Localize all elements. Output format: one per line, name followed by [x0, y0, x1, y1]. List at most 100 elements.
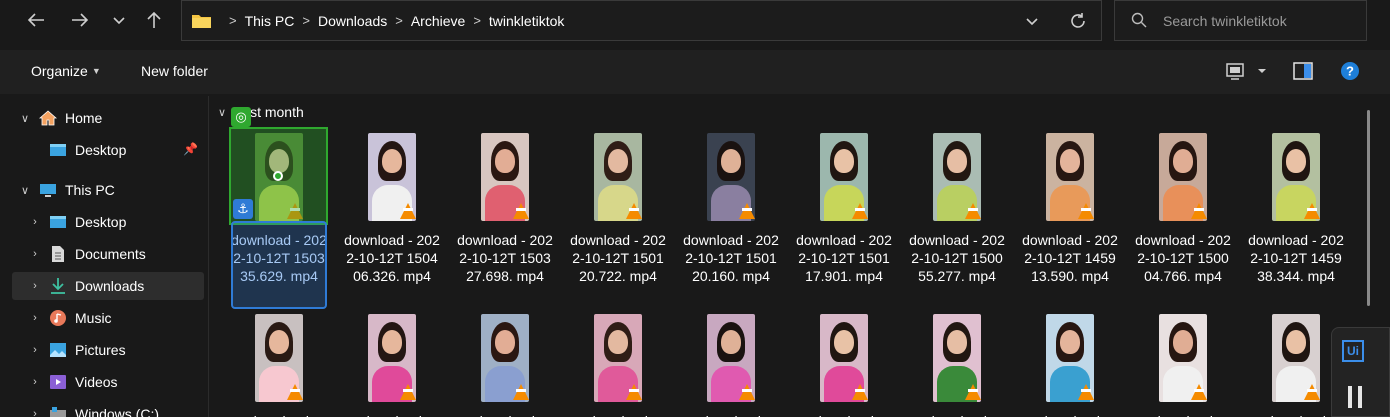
file-name: download - 2022-10-12T 150327.698. mp4: [457, 232, 553, 284]
desktop-icon: [50, 144, 66, 156]
file-name: download: [457, 412, 553, 417]
vlc-icon: [626, 203, 642, 219]
search-input[interactable]: [1163, 9, 1358, 33]
vlc-icon: [400, 203, 416, 219]
up-button[interactable]: [140, 6, 168, 34]
vlc-icon: [1078, 203, 1094, 219]
selected-filename-highlight: [231, 221, 327, 309]
file-name: download: [1248, 412, 1344, 417]
desktop-icon: [50, 216, 66, 228]
file-name: download: [1022, 412, 1118, 417]
crumb-twinkletiktok[interactable]: twinkletiktok: [489, 13, 564, 29]
svg-text:?: ?: [1346, 64, 1354, 79]
pictures-icon: [50, 343, 66, 357]
file-name: download: [344, 412, 440, 417]
vlc-icon: [852, 384, 868, 400]
sidebar-item-desktop[interactable]: › Desktop: [12, 208, 204, 236]
search-icon: [1131, 12, 1147, 28]
help-button[interactable]: ?: [1340, 61, 1360, 84]
drive-icon: [50, 407, 66, 417]
sidebar-item-home[interactable]: ∨ Home: [12, 104, 204, 132]
pause-icon: [1348, 386, 1352, 408]
change-view-button[interactable]: [1225, 61, 1245, 84]
file-name: download - 2022-10-12T 150055.277. mp4: [909, 232, 1005, 284]
vlc-icon: [1191, 384, 1207, 400]
file-name: download - 2022-10-12T 150004.766. mp4: [1135, 232, 1231, 284]
sidebar-item-desktop-pinned[interactable]: Desktop 📌: [12, 136, 204, 164]
view-options-dropdown[interactable]: [1256, 64, 1268, 80]
sidebar-item-label: This PC: [65, 182, 115, 198]
chevron-right-icon[interactable]: ›: [28, 216, 42, 228]
file-name: download: [231, 412, 327, 417]
preview-pane-button[interactable]: [1293, 61, 1313, 84]
crumb-downloads[interactable]: Downloads: [318, 13, 387, 29]
chevron-down-icon[interactable]: ∨: [218, 106, 226, 119]
preview-pane-icon: [1293, 62, 1313, 80]
pause-icon-bar: [1358, 386, 1362, 408]
chevron-right-icon[interactable]: ›: [28, 312, 42, 324]
file-name: download: [796, 412, 892, 417]
view-icon: [1226, 63, 1244, 80]
crumb-this-pc[interactable]: This PC: [245, 13, 295, 29]
chevron-right-icon[interactable]: ›: [28, 376, 42, 388]
command-bar: Organize ▼ New folder ?: [0, 50, 1390, 94]
floating-widget[interactable]: Ui: [1331, 327, 1390, 417]
sidebar-item-pictures[interactable]: › Pictures: [12, 336, 204, 364]
organize-button[interactable]: Organize ▼: [31, 63, 101, 79]
sidebar-item-windows-c[interactable]: › Windows (C:): [12, 400, 204, 417]
chevron-down-icon[interactable]: ∨: [18, 184, 32, 197]
chevron-right-icon[interactable]: ›: [28, 344, 42, 356]
arrow-left-icon: [27, 13, 44, 27]
new-folder-button[interactable]: New folder: [141, 63, 208, 79]
anchor-icon: ⚓: [233, 199, 253, 219]
vertical-scrollbar[interactable]: [1367, 110, 1370, 306]
address-history-button[interactable]: [1020, 9, 1044, 33]
sidebar-item-documents[interactable]: › Documents: [12, 240, 204, 268]
caret-down-icon: [1258, 69, 1266, 73]
sidebar-item-videos[interactable]: › Videos: [12, 368, 204, 396]
chevron-down-icon[interactable]: ∨: [18, 112, 32, 125]
arrow-right-icon: [72, 13, 89, 27]
caret-down-icon: ▼: [91, 66, 101, 76]
sidebar-item-this-pc[interactable]: ∨ This PC: [12, 176, 204, 204]
vlc-icon: [965, 203, 981, 219]
file-name: download - 2022-10-12T 150120.722. mp4: [570, 232, 666, 284]
recent-locations-button[interactable]: [105, 6, 133, 34]
vlc-icon: [1304, 203, 1320, 219]
sidebar-item-label: Desktop: [75, 214, 127, 230]
file-name: download: [683, 412, 779, 417]
back-button[interactable]: [22, 6, 50, 34]
file-name: download: [909, 412, 1005, 417]
vlc-icon: [739, 384, 755, 400]
pin-icon: 📌: [183, 142, 198, 156]
forward-button[interactable]: [66, 6, 94, 34]
file-name: download - 2022-10-12T 150406.326. mp4: [344, 232, 440, 284]
crumb-archieve[interactable]: Archieve: [411, 13, 465, 29]
new-folder-label: New folder: [141, 63, 208, 79]
chevron-right-icon: >: [229, 13, 237, 28]
chevron-right-icon[interactable]: ›: [28, 280, 42, 292]
music-icon: [50, 310, 66, 326]
vlc-icon: [287, 384, 303, 400]
vlc-icon: [513, 384, 529, 400]
sidebar-item-label: Videos: [75, 374, 118, 390]
breadcrumb: > This PC > Downloads > Archieve > twink…: [192, 1, 564, 40]
sidebar-item-downloads[interactable]: › Downloads: [12, 272, 204, 300]
sidebar-item-label: Desktop: [75, 142, 127, 158]
address-row: > This PC > Downloads > Archieve > twink…: [0, 0, 1390, 41]
chevron-right-icon[interactable]: ›: [28, 408, 42, 417]
help-icon: ?: [1341, 62, 1359, 80]
sidebar-item-label: Documents: [75, 246, 146, 262]
vlc-icon: [513, 203, 529, 219]
chevron-right-icon[interactable]: ›: [28, 248, 42, 260]
vlc-icon: [965, 384, 981, 400]
file-name: download - 2022-10-12T 150120.160. mp4: [683, 232, 779, 284]
chevron-down-icon: [113, 17, 125, 25]
pane-divider[interactable]: [208, 96, 209, 417]
address-bar[interactable]: > This PC > Downloads > Archieve > twink…: [181, 0, 1102, 41]
search-box[interactable]: [1114, 0, 1367, 41]
refresh-icon: [1071, 13, 1085, 28]
chevron-right-icon: >: [302, 13, 310, 28]
refresh-button[interactable]: [1066, 9, 1090, 33]
sidebar-item-music[interactable]: › Music: [12, 304, 204, 332]
